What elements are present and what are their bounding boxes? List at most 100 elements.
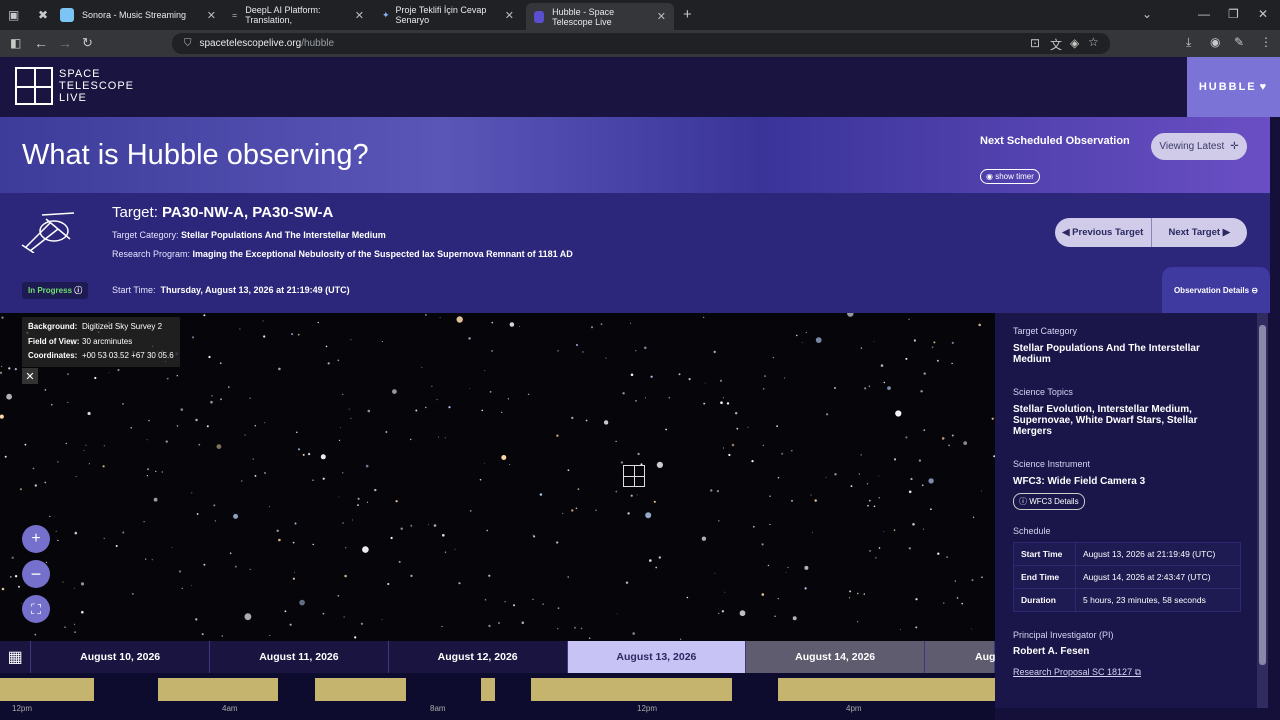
schedule-value: 5 hours, 23 minutes, 58 seconds xyxy=(1075,588,1241,612)
star xyxy=(761,543,764,546)
tab-sonora[interactable]: Sonora - Music Streaming ✕ xyxy=(52,3,224,27)
telescope-menu-button[interactable]: HUBBLE ♥ xyxy=(1187,57,1280,117)
star xyxy=(297,448,301,451)
forward-icon[interactable]: → xyxy=(58,35,72,51)
new-tab-icon[interactable]: + xyxy=(683,6,692,23)
observation-timeline[interactable]: 12pm 4am 8am 12pm 4pm xyxy=(0,673,995,720)
previous-target-button[interactable]: ◀ Previous Target xyxy=(1055,218,1152,247)
star xyxy=(180,408,184,411)
chevron-down-icon[interactable]: ⌄ xyxy=(1142,7,1152,21)
profile-icon[interactable]: ◉ xyxy=(1210,35,1220,49)
star xyxy=(562,512,564,514)
back-icon[interactable]: ← xyxy=(34,35,48,51)
viewing-latest-button[interactable]: Viewing Latest ✛ xyxy=(1151,133,1247,160)
x-app-icon[interactable]: ✖ xyxy=(38,8,48,22)
star xyxy=(201,633,204,636)
status-text: In Progress xyxy=(28,286,73,295)
close-info-icon[interactable]: ✕ xyxy=(22,368,38,384)
day-tab[interactable]: Aug xyxy=(925,641,995,673)
tab-hubble[interactable]: Hubble - Space Telescope Live ✕ xyxy=(526,3,674,30)
minimize-icon[interactable]: — xyxy=(1198,7,1210,21)
star xyxy=(338,496,340,498)
day-tab[interactable]: August 12, 2026 xyxy=(389,641,568,673)
zoom-out-button[interactable]: − xyxy=(22,560,50,588)
star xyxy=(509,322,515,327)
day-tab[interactable]: August 14, 2026 xyxy=(746,641,926,673)
sky-viewer[interactable]: Background: Digitized Sky Survey 2 Field … xyxy=(0,313,995,641)
sidebar-icon[interactable]: ◧ xyxy=(10,36,21,50)
star xyxy=(679,638,682,640)
show-timer-button[interactable]: ◉ show timer xyxy=(980,169,1040,184)
translate-icon[interactable]: 文 xyxy=(1050,36,1062,53)
menu-icon[interactable]: ⋮ xyxy=(1260,35,1272,49)
day-tab[interactable]: August 11, 2026 xyxy=(210,641,389,673)
tab-search-icon[interactable]: ▣ xyxy=(8,8,19,22)
reload-icon[interactable]: ↻ xyxy=(82,35,93,51)
star xyxy=(322,477,325,480)
star xyxy=(484,599,487,601)
calendar-button[interactable]: ▦ xyxy=(0,641,32,673)
close-tab-icon[interactable]: ✕ xyxy=(355,9,364,22)
star xyxy=(883,381,885,384)
star xyxy=(395,500,398,503)
star xyxy=(580,627,583,630)
star xyxy=(191,336,195,339)
star xyxy=(644,346,647,350)
site-info-icon[interactable]: ⛉ xyxy=(184,38,192,49)
star xyxy=(769,523,771,526)
close-tab-icon[interactable]: ✕ xyxy=(207,9,216,22)
star xyxy=(216,444,222,449)
install-icon[interactable]: ⊡ xyxy=(1030,36,1040,50)
panel-scrollbar[interactable] xyxy=(1257,313,1268,708)
observation-block[interactable] xyxy=(315,678,406,701)
observation-block[interactable] xyxy=(158,678,278,701)
next-target-button[interactable]: Next Target ▶ xyxy=(1152,218,1248,247)
day-tab[interactable]: August 10, 2026 xyxy=(31,641,211,673)
star xyxy=(191,492,193,494)
shield-icon[interactable]: ◈ xyxy=(1070,36,1079,50)
info-icon[interactable]: ⓘ xyxy=(74,286,82,295)
day-tab-selected[interactable]: August 13, 2026 xyxy=(567,641,747,673)
tab-deepl[interactable]: ᐀ DeepL AI Platform: Translation, ✕ xyxy=(224,3,372,27)
star xyxy=(791,500,793,502)
tab-proje[interactable]: ✦ Proje Teklifi İçin Cevap Senaryo ✕ xyxy=(374,3,522,27)
observation-block[interactable] xyxy=(0,678,94,701)
close-window-icon[interactable]: ✕ xyxy=(1258,7,1268,21)
status-badge: In Progress ⓘ xyxy=(22,282,89,299)
star xyxy=(635,350,637,352)
site-logo[interactable]: SPACE TELESCOPE LIVE xyxy=(15,67,134,105)
star xyxy=(825,476,827,478)
bookmark-star-icon[interactable]: ☆ xyxy=(1088,35,1099,49)
star xyxy=(108,372,110,374)
maximize-icon[interactable]: ❐ xyxy=(1228,7,1239,21)
close-tab-icon[interactable]: ✕ xyxy=(657,10,666,23)
star xyxy=(866,483,869,485)
url-path: /hubble xyxy=(301,38,335,49)
fullscreen-button[interactable]: ⛶ xyxy=(22,595,50,623)
star xyxy=(166,377,169,380)
research-proposal-link[interactable]: Research Proposal SC 18127 ⧉ xyxy=(1013,667,1239,678)
star xyxy=(912,523,915,526)
star xyxy=(49,515,51,518)
star xyxy=(521,621,525,624)
download-icon[interactable]: ⤓ xyxy=(1186,35,1191,50)
close-tab-icon[interactable]: ✕ xyxy=(505,9,514,22)
extensions-icon[interactable]: ✎ xyxy=(1234,35,1244,49)
tab-title: Proje Teklifi İçin Cevap Senaryo xyxy=(395,5,487,25)
star xyxy=(203,563,206,566)
star xyxy=(488,624,491,628)
observation-block[interactable] xyxy=(481,678,495,701)
star xyxy=(915,598,918,601)
url-field[interactable]: ⛉ spacetelescopelive.org/hubble xyxy=(172,33,1110,54)
star xyxy=(365,464,369,468)
scrollbar-thumb[interactable] xyxy=(1259,325,1266,665)
zoom-in-button[interactable]: + xyxy=(22,525,50,553)
observation-block[interactable] xyxy=(531,678,732,701)
star xyxy=(484,463,486,464)
observation-details-tab[interactable]: Observation Details ⊖ xyxy=(1162,267,1270,313)
star xyxy=(880,364,884,367)
star xyxy=(567,576,569,578)
instrument-details-button[interactable]: ⓘ WFC3 Details xyxy=(1013,493,1085,510)
observation-block[interactable] xyxy=(778,678,995,701)
star xyxy=(893,458,897,461)
